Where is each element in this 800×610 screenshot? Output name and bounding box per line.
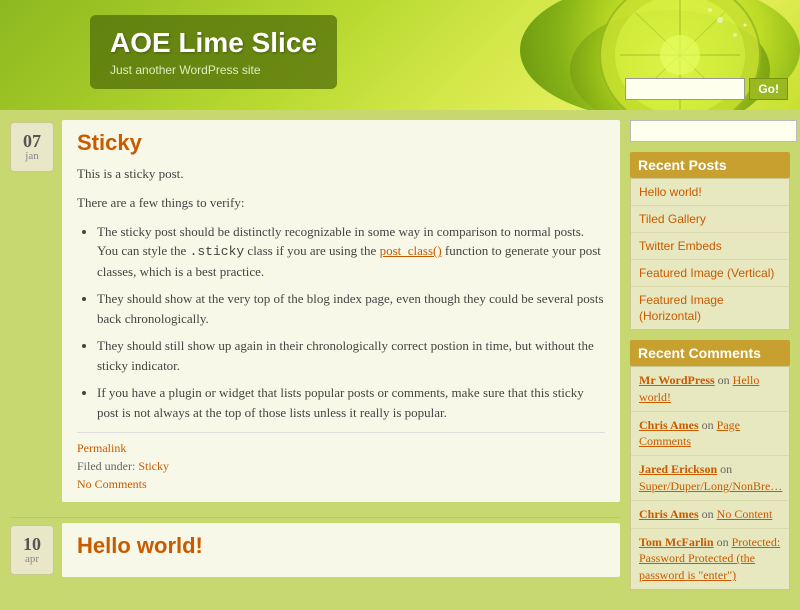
post-sticky: 07 jan Sticky This is a sticky post. The… <box>10 120 620 502</box>
post-month-sticky: jan <box>25 150 38 162</box>
recent-post-link-2[interactable]: Tiled Gallery <box>639 212 706 226</box>
post-body-sticky: Sticky This is a sticky post. There are … <box>62 120 620 502</box>
comments-line: No Comments <box>77 477 605 492</box>
list-item: Tiled Gallery <box>631 206 789 233</box>
post-title-link-hello[interactable]: Hello world! <box>77 533 203 558</box>
sticky-bullet-1: The sticky post should be distinctly rec… <box>97 222 605 282</box>
sticky-intro1: This is a sticky post. <box>77 164 605 185</box>
site-title: AOE Lime Slice <box>110 27 317 59</box>
site-header: AOE Lime Slice Just another WordPress si… <box>0 0 800 110</box>
post-content-sticky: This is a sticky post. There are a few t… <box>77 164 605 422</box>
permalink-line: Permalink <box>77 441 605 456</box>
filed-under-label: Filed under: <box>77 459 135 473</box>
post-body-hello: Hello world! <box>62 523 620 577</box>
no-comments-link[interactable]: No Comments <box>77 477 147 491</box>
recent-comments-title: Recent Comments <box>630 340 790 366</box>
post-day-hello: 10 <box>23 535 41 553</box>
recent-post-link-5[interactable]: Featured Image (Horizontal) <box>639 293 724 323</box>
post-title-hello: Hello world! <box>77 533 605 559</box>
permalink-link[interactable]: Permalink <box>77 441 126 455</box>
filed-line: Filed under: Sticky <box>77 459 605 474</box>
comment-item: Mr WordPress on Hello world! <box>631 367 789 412</box>
post-date-sticky: 07 jan <box>10 122 54 172</box>
comment-author-1[interactable]: Mr WordPress <box>639 373 715 387</box>
sidebar-recent-comments: Recent Comments Mr WordPress on Hello wo… <box>630 340 790 590</box>
post-date-hello: 10 apr <box>10 525 54 575</box>
recent-posts-title: Recent Posts <box>630 152 790 178</box>
sticky-bullets: The sticky post should be distinctly rec… <box>97 222 605 423</box>
sticky-bullet-2: They should show at the very top of the … <box>97 289 605 328</box>
site-subtitle: Just another WordPress site <box>110 63 317 77</box>
comment-on-4: on <box>702 507 717 521</box>
comment-on-1: on <box>718 373 733 387</box>
post-meta-sticky: Permalink Filed under: Sticky No Comment… <box>77 432 605 492</box>
post-month-hello: apr <box>25 553 39 565</box>
sidebar-recent-posts: Recent Posts Hello world! Tiled Gallery … <box>630 152 790 330</box>
comment-author-5[interactable]: Tom McFarlin <box>639 535 714 549</box>
recent-posts-list: Hello world! Tiled Gallery Twitter Embed… <box>630 178 790 330</box>
post-title-sticky: Sticky <box>77 130 605 156</box>
comment-on-3: on <box>720 462 732 476</box>
comment-on-2: on <box>702 418 717 432</box>
recent-post-link-3[interactable]: Twitter Embeds <box>639 239 722 253</box>
sticky-bullet-3: They should still show up again in their… <box>97 336 605 375</box>
sticky-bullet-4: If you have a plugin or widget that list… <box>97 383 605 422</box>
sidebar: Go! Recent Posts Hello world! Tiled Gall… <box>630 120 790 600</box>
header-search-button[interactable]: Go! <box>749 78 788 100</box>
post-day-sticky: 07 <box>23 132 41 150</box>
comment-post-3[interactable]: Super/Duper/Long/NonBre… <box>639 479 782 493</box>
page-wrapper: AOE Lime Slice Just another WordPress si… <box>0 0 800 610</box>
post-class-link[interactable]: post_class() <box>380 243 442 258</box>
post-hello-world: 10 apr Hello world! <box>10 523 620 577</box>
comment-item: Chris Ames on Page Comments <box>631 412 789 457</box>
content-area: 07 jan Sticky This is a sticky post. The… <box>10 120 620 600</box>
list-item: Featured Image (Horizontal) <box>631 287 789 329</box>
sticky-intro2: There are a few things to verify: <box>77 193 605 214</box>
comment-author-2[interactable]: Chris Ames <box>639 418 699 432</box>
category-link[interactable]: Sticky <box>138 459 169 473</box>
comment-post-4[interactable]: No Content <box>717 507 773 521</box>
list-item: Featured Image (Vertical) <box>631 260 789 287</box>
comment-item: Tom McFarlin on Protected: Password Prot… <box>631 529 789 589</box>
recent-comments-list: Mr WordPress on Hello world! Chris Ames … <box>630 366 790 590</box>
list-item: Hello world! <box>631 179 789 206</box>
comment-author-3[interactable]: Jared Erickson <box>639 462 717 476</box>
post-title-link-sticky[interactable]: Sticky <box>77 130 142 155</box>
recent-post-link-1[interactable]: Hello world! <box>639 185 702 199</box>
header-title-box: AOE Lime Slice Just another WordPress si… <box>90 15 337 89</box>
list-item: Twitter Embeds <box>631 233 789 260</box>
sidebar-search-input[interactable] <box>630 120 797 142</box>
sidebar-search-form: Go! <box>630 120 790 142</box>
recent-post-link-4[interactable]: Featured Image (Vertical) <box>639 266 774 280</box>
main-container: 07 jan Sticky This is a sticky post. The… <box>0 110 800 610</box>
comment-author-4[interactable]: Chris Ames <box>639 507 699 521</box>
header-search-input[interactable] <box>625 78 745 100</box>
header-search-form: Go! <box>625 78 788 100</box>
comment-item: Jared Erickson on Super/Duper/Long/NonBr… <box>631 456 789 501</box>
comment-on-5: on <box>717 535 732 549</box>
comment-item: Chris Ames on No Content <box>631 501 789 529</box>
post-divider <box>10 517 620 518</box>
